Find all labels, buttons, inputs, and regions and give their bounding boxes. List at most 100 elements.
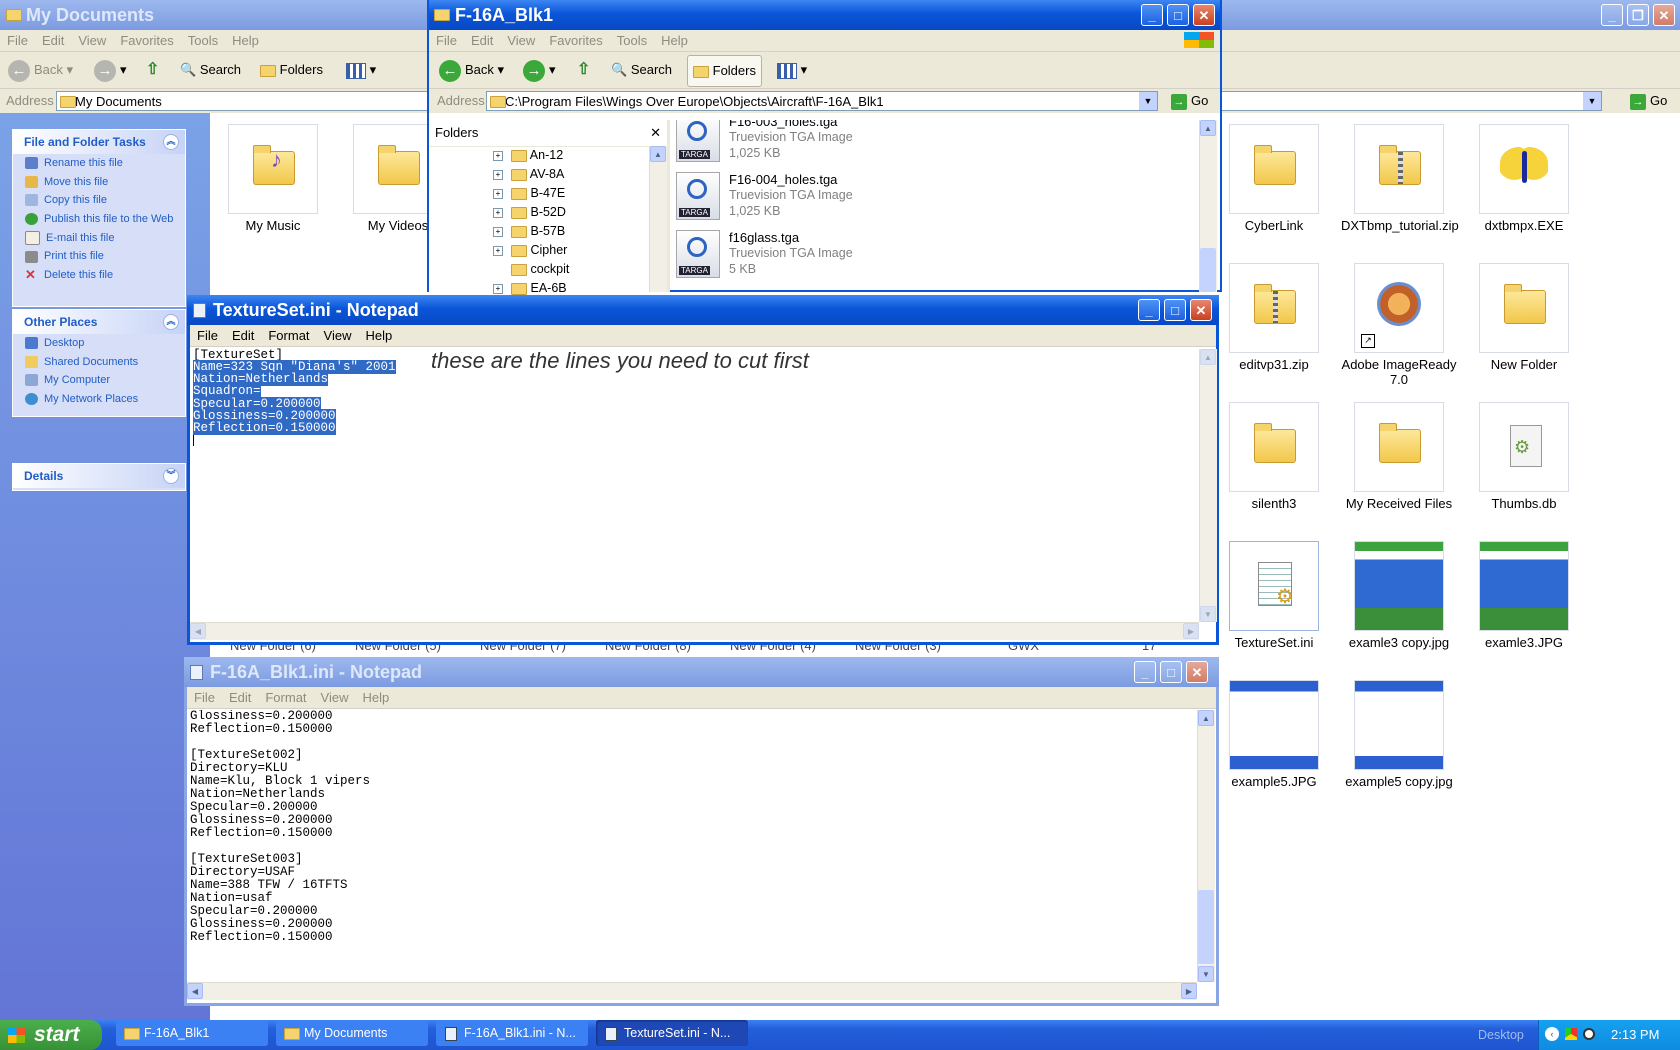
rename-file-link[interactable]: Rename this file — [13, 154, 185, 173]
file-tile[interactable]: ↗ Adobe ImageReady 7.0 — [1341, 263, 1457, 387]
horizontal-scrollbar[interactable]: ◀ ▶ — [187, 982, 1197, 1000]
file-row[interactable]: F16-003_holes.tga Truevision TGA Image 1… — [676, 120, 1136, 162]
folders-button[interactable]: Folders — [687, 55, 762, 87]
expand-icon[interactable]: + — [493, 283, 503, 294]
file-tile[interactable]: ⚙ TextureSet.ini — [1216, 541, 1332, 650]
views-button[interactable]: ▾ — [777, 58, 807, 82]
expand-icon[interactable]: + — [493, 188, 503, 199]
file-tile[interactable]: editvp31.zip — [1216, 263, 1332, 372]
file-list-scrollbar[interactable]: ▲ — [1199, 120, 1217, 292]
menu-file[interactable]: File — [190, 325, 225, 346]
folders-scrollbar[interactable]: ▲ — [649, 146, 667, 292]
file-tile[interactable]: My Received Files — [1341, 402, 1457, 511]
scroll-thumb[interactable] — [1200, 248, 1216, 292]
my-computer-link[interactable]: My Computer — [13, 371, 185, 390]
file-tile[interactable]: silenth3 — [1216, 402, 1332, 511]
tray-expand-icon[interactable]: ‹ — [1545, 1027, 1559, 1041]
collapse-icon[interactable]: ︽ — [163, 314, 179, 330]
menu-view[interactable]: View — [317, 325, 359, 346]
menu-edit[interactable]: Edit — [464, 30, 500, 51]
menu-tools[interactable]: Tools — [181, 30, 225, 51]
scroll-up-button[interactable]: ▲ — [1200, 120, 1216, 136]
scroll-down-button[interactable]: ▼ — [1200, 606, 1216, 622]
file-tile[interactable]: ⚙ Thumbs.db — [1466, 402, 1582, 511]
delete-file-link[interactable]: ✕ Delete this file — [13, 266, 185, 285]
notepad-text-area[interactable]: [TextureSet] Name=323 Sqn "Diana's" 2001… — [193, 348, 1193, 622]
file-folder-tasks-header[interactable]: File and Folder Tasks ︽ — [13, 130, 185, 154]
move-file-link[interactable]: Move this file — [13, 173, 185, 192]
forward-button[interactable]: → ▾ — [94, 58, 127, 82]
menu-help[interactable]: Help — [355, 687, 396, 708]
file-tile[interactable]: New Folder — [1466, 263, 1582, 372]
horizontal-scrollbar[interactable]: ◀ ▶ — [190, 622, 1199, 640]
menu-view[interactable]: View — [71, 30, 113, 51]
scroll-right-button[interactable]: ▶ — [1183, 623, 1199, 639]
menu-file[interactable]: File — [429, 30, 464, 51]
scroll-right-button[interactable]: ▶ — [1181, 983, 1197, 999]
menu-favorites[interactable]: Favorites — [113, 30, 180, 51]
f16-titlebar[interactable]: F-16A_Blk1 _ □ ✕ — [429, 0, 1220, 30]
back-button[interactable]: ← Back ▾ — [439, 58, 504, 82]
views-button[interactable]: ▾ — [346, 58, 376, 82]
tray-network-icon[interactable] — [1583, 1028, 1595, 1040]
minimize-button[interactable]: _ — [1134, 661, 1156, 683]
menu-file[interactable]: File — [187, 687, 222, 708]
scroll-up-button[interactable]: ▲ — [1198, 710, 1214, 726]
tray-app-icon[interactable] — [1565, 1028, 1577, 1040]
expand-icon[interactable]: + — [493, 150, 503, 161]
collapse-icon[interactable]: ︽ — [163, 134, 179, 150]
expand-icon[interactable]: + — [493, 245, 503, 256]
maximize-button[interactable]: □ — [1160, 661, 1182, 683]
expand-icon[interactable]: + — [493, 226, 503, 237]
restore-button[interactable]: ❐ — [1627, 4, 1649, 26]
scroll-left-button[interactable]: ◀ — [187, 983, 203, 999]
email-file-link[interactable]: E-mail this file — [13, 229, 185, 248]
print-file-link[interactable]: Print this file — [13, 247, 185, 266]
tree-item[interactable]: + AV-8A — [493, 165, 564, 183]
menu-tools[interactable]: Tools — [610, 30, 654, 51]
tree-item[interactable]: + B-52D — [493, 203, 566, 221]
menu-edit[interactable]: Edit — [35, 30, 71, 51]
menu-help[interactable]: Help — [225, 30, 266, 51]
close-pane-icon[interactable]: ✕ — [650, 120, 661, 146]
file-tile[interactable]: examle3 copy.jpg — [1341, 541, 1457, 650]
address-input[interactable]: C:\Program Files\Wings Over Europe\Objec… — [486, 91, 1158, 111]
file-tile[interactable]: examle3.JPG — [1466, 541, 1582, 650]
notepad-titlebar[interactable]: F-16A_Blk1.ini - Notepad _ □ ✕ — [184, 657, 1219, 687]
close-button[interactable]: ✕ — [1653, 4, 1675, 26]
up-folder-button[interactable]: ⇧ — [577, 58, 590, 82]
start-button[interactable]: start — [0, 1020, 102, 1050]
up-folder-button[interactable]: ⇧ — [146, 58, 159, 82]
close-button[interactable]: ✕ — [1193, 4, 1215, 26]
file-tile[interactable]: example5 copy.jpg — [1341, 680, 1457, 789]
tree-item[interactable]: + An-12 — [493, 146, 563, 164]
my-network-places-link[interactable]: My Network Places — [13, 390, 185, 409]
menu-edit[interactable]: Edit — [225, 325, 261, 346]
expand-icon[interactable]: + — [493, 207, 503, 218]
notepad-text-area[interactable]: Glossiness=0.200000 Reflection=0.150000 … — [190, 710, 1180, 982]
forward-button[interactable]: → ▾ — [523, 58, 556, 82]
scroll-up-button[interactable]: ▲ — [1200, 349, 1216, 365]
address-dropdown-button[interactable]: ▼ — [1583, 92, 1601, 110]
vertical-scrollbar[interactable]: ▲ ▼ — [1197, 710, 1215, 982]
go-button[interactable]: → Go — [1630, 89, 1667, 113]
menu-file[interactable]: File — [0, 30, 35, 51]
file-tile[interactable]: ♪ My Music — [215, 124, 331, 233]
menu-view[interactable]: View — [314, 687, 356, 708]
shared-documents-link[interactable]: Shared Documents — [13, 353, 185, 372]
file-tile[interactable]: DXTbmp_tutorial.zip — [1341, 124, 1459, 233]
file-tile[interactable]: example5.JPG — [1216, 680, 1332, 789]
address-dropdown-button[interactable]: ▼ — [1139, 92, 1157, 110]
minimize-button[interactable]: _ — [1138, 299, 1160, 321]
scroll-left-button[interactable]: ◀ — [190, 623, 206, 639]
menu-help[interactable]: Help — [654, 30, 695, 51]
scroll-down-button[interactable]: ▼ — [1198, 966, 1214, 982]
details-header[interactable]: Details ︾ — [13, 464, 185, 488]
minimize-button[interactable]: _ — [1141, 4, 1163, 26]
desktop-toolbar-label[interactable]: Desktop — [1478, 1020, 1524, 1050]
tree-item[interactable]: + Cipher — [493, 241, 567, 259]
copy-file-link[interactable]: Copy this file — [13, 191, 185, 210]
search-button[interactable]: 🔍 Search — [611, 58, 672, 82]
close-button[interactable]: ✕ — [1186, 661, 1208, 683]
taskbar-button-my-documents[interactable]: My Documents — [276, 1020, 428, 1046]
